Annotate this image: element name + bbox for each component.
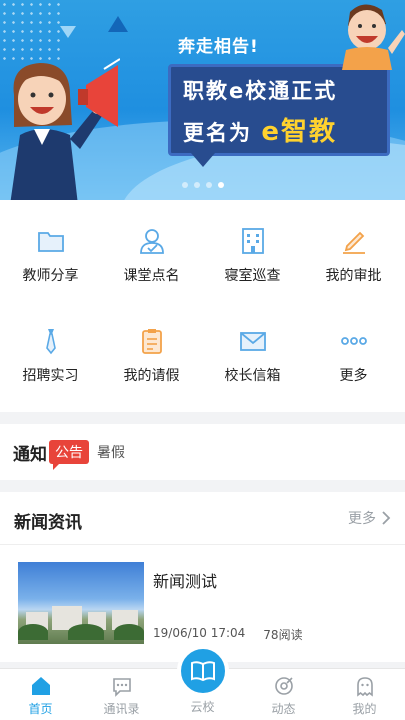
tab-cloud-school-label: 云校 — [190, 700, 215, 714]
folder-icon — [36, 226, 66, 256]
grid-item-label: 寝室巡查 — [224, 268, 281, 284]
target-icon — [272, 674, 296, 698]
banner-line-2-prefix: 更名为 — [183, 121, 252, 145]
news-more-link[interactable]: 更多 — [348, 508, 391, 528]
notice-text[interactable]: 暑假 — [97, 442, 125, 462]
function-grid: 教师分享 课堂点名 寝室巡查 我的审批 招聘实习 我的请假 校长信箱 更多 — [0, 200, 405, 412]
news-meta: 19/06/10 17:04 78阅读 — [153, 626, 303, 643]
grid-item-approval[interactable]: 我的审批 — [303, 200, 404, 300]
banner-board: 职教e校通正式 更名为 e智教 — [168, 64, 390, 167]
mail-icon — [238, 326, 268, 356]
tie-icon — [36, 326, 66, 356]
banner-line-2-accent: e — [261, 117, 281, 147]
indicator-dot[interactable] — [206, 182, 212, 188]
grid-item-dorm-check[interactable]: 寝室巡查 — [202, 200, 303, 300]
grid-item-teacher-share[interactable]: 教师分享 — [0, 200, 101, 300]
girl-megaphone-illustration — [10, 58, 120, 200]
news-header: 新闻资讯 — [14, 513, 82, 533]
dots-decoration — [0, 0, 60, 60]
tab-dynamics[interactable]: 动态 — [243, 669, 324, 720]
pencil-icon — [339, 226, 369, 256]
speech-tail — [191, 153, 215, 167]
banner-line-2-suffix: 智教 — [280, 117, 337, 147]
tab-label: 通讯录 — [103, 702, 140, 716]
tab-cloud-school-button[interactable] — [177, 645, 229, 697]
banner-line-1: 职教e校通正式 — [183, 79, 338, 103]
tab-label: 我的 — [352, 702, 377, 716]
grid-item-label: 教师分享 — [22, 268, 79, 284]
chevron-right-icon — [382, 511, 391, 525]
banner-page-indicator — [182, 182, 224, 188]
indicator-dot[interactable] — [194, 182, 200, 188]
tab-label: 首页 — [28, 702, 53, 716]
grid-item-label: 我的请假 — [123, 368, 180, 384]
news-section: 新闻资讯 更多 新闻测试 19/06/10 17:04 78阅读 — [0, 492, 405, 662]
tab-contacts[interactable]: 通讯录 — [81, 669, 162, 720]
indicator-dot-active[interactable] — [218, 182, 224, 188]
clipboard-icon — [137, 326, 167, 356]
banner-slogan: 奔走相告! — [178, 37, 259, 57]
news-thumbnail — [18, 562, 144, 644]
grid-item-recruit[interactable]: 招聘实习 — [0, 300, 101, 400]
grid-item-mailbox[interactable]: 校长信箱 — [202, 300, 303, 400]
tab-mine[interactable]: 我的 — [324, 669, 405, 720]
tab-label: 动态 — [271, 702, 296, 716]
home-icon — [29, 674, 53, 698]
tab-home[interactable]: 首页 — [0, 669, 81, 720]
chat-icon — [110, 674, 134, 698]
grid-item-label: 更多 — [339, 368, 368, 384]
notice-badge: 公告 — [49, 440, 89, 470]
news-date: 19/06/10 17:04 — [153, 626, 246, 640]
triangle-decoration — [60, 26, 76, 38]
grid-item-label: 招聘实习 — [22, 368, 79, 384]
news-reads: 78阅读 — [263, 628, 303, 642]
grid-item-label: 校长信箱 — [224, 368, 281, 384]
building-icon — [238, 226, 268, 256]
news-more-label: 更多 — [348, 511, 376, 527]
boy-illustration — [342, 4, 405, 70]
news-divider — [0, 544, 405, 545]
grid-item-label: 课堂点名 — [123, 268, 180, 284]
banner-line-2: 更名为 e智教 — [183, 111, 375, 148]
grid-item-roll-call[interactable]: 课堂点名 — [101, 200, 202, 300]
promo-banner[interactable]: 奔走相告! 职教e校通正式 更名为 e智教 — [0, 0, 405, 200]
news-title: 新闻测试 — [153, 572, 218, 591]
grid-item-more[interactable]: 更多 — [303, 300, 404, 400]
grid-item-label: 我的审批 — [325, 268, 382, 284]
ghost-icon — [353, 674, 377, 698]
book-icon — [191, 661, 215, 682]
grid-item-leave[interactable]: 我的请假 — [101, 300, 202, 400]
more-icon — [339, 326, 369, 356]
triangle-decoration-2 — [108, 16, 128, 32]
notice-bar[interactable]: 通知 公告 暑假 — [0, 424, 405, 480]
indicator-dot[interactable] — [182, 182, 188, 188]
notice-title: 通知 — [13, 444, 47, 465]
user-check-icon — [137, 226, 167, 256]
